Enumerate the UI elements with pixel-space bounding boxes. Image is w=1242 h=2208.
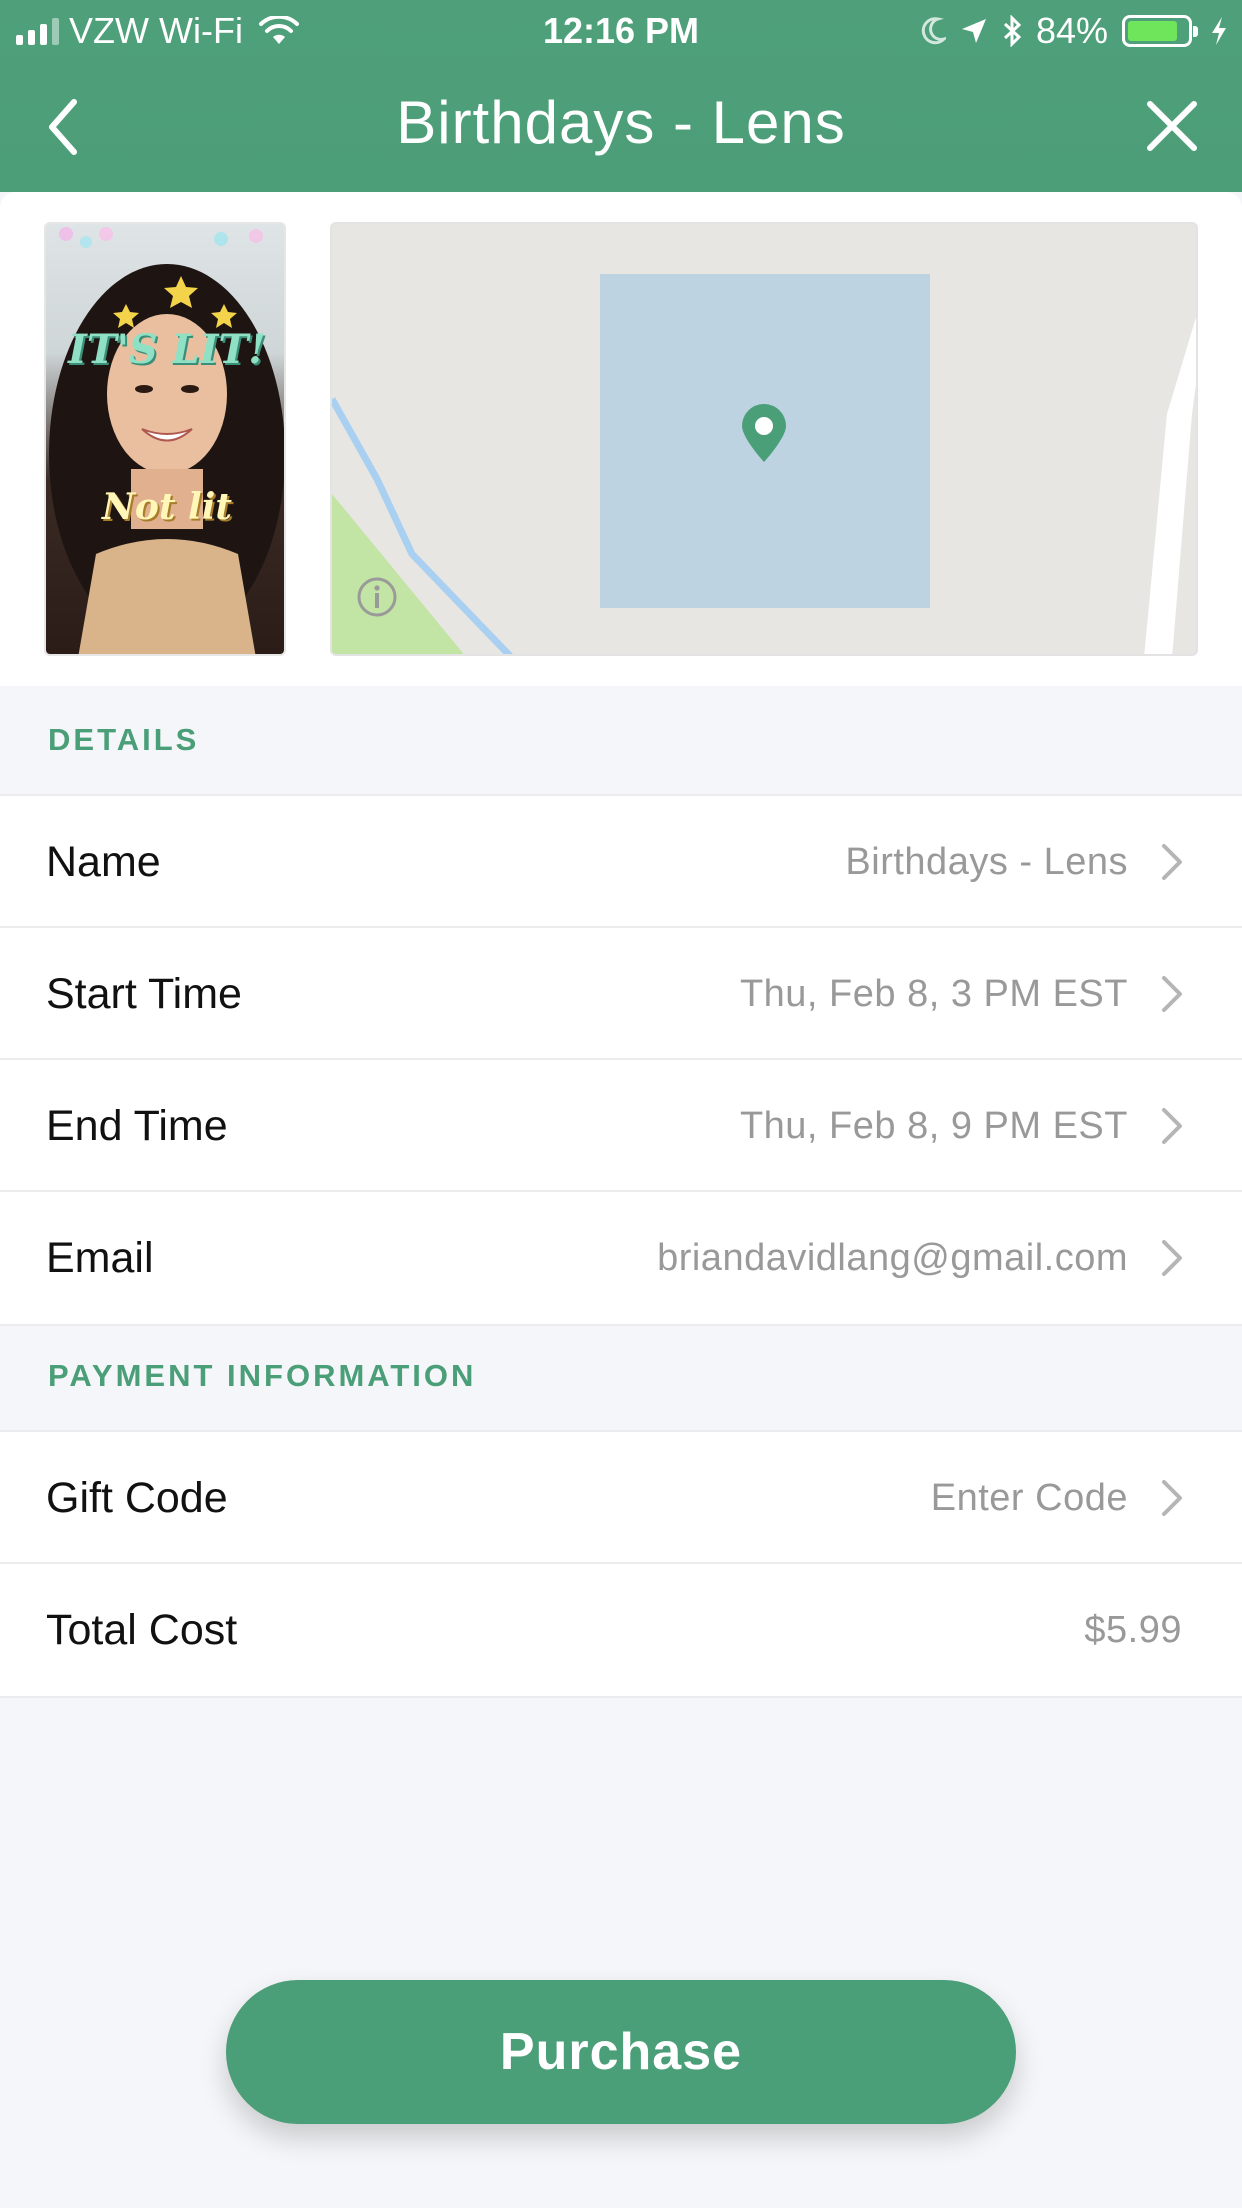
start-time-label: Start Time [46,970,242,1018]
total-cost-value: $5.99 [1084,1609,1182,1651]
name-row[interactable]: Name Birthdays - Lens [0,796,1242,928]
start-time-value: Thu, Feb 8, 3 PM EST [739,973,1128,1015]
gift-code-row[interactable]: Gift Code Enter Code [0,1432,1242,1564]
email-row[interactable]: Email briandavidlang@gmail.com [0,1192,1242,1324]
chevron-right-icon [1162,1108,1182,1144]
total-cost-label: Total Cost [46,1606,238,1654]
location-arrow-icon [961,19,986,43]
moon-icon [921,17,946,45]
payment-section-label: PAYMENT INFORMATION [48,1358,477,1393]
total-cost-row: Total Cost $5.99 [0,1564,1242,1696]
email-value: briandavidlang@gmail.com [657,1237,1128,1279]
name-value: Birthdays - Lens [845,841,1128,883]
battery-icon [1122,15,1198,47]
payment-list: Gift Code Enter Code Total Cost $5.99 [0,1430,1242,1698]
info-icon[interactable] [356,576,398,618]
chevron-right-icon [1162,844,1182,880]
map-pin-icon [742,404,786,462]
purchase-button[interactable]: Purchase [226,1980,1016,2124]
end-time-label: End Time [46,1102,228,1150]
chevron-right-icon [1162,976,1182,1012]
lens-text-bottom: Not lit [101,486,233,528]
page-title: Birthdays - Lens [396,89,846,156]
status-bar: VZW Wi-Fi 12:16 PM 84% [0,0,1242,60]
chevron-right-icon [1162,1480,1182,1516]
end-time-row[interactable]: End Time Thu, Feb 8, 9 PM EST [0,1060,1242,1192]
close-icon[interactable] [1142,96,1202,156]
gift-code-value: Enter Code [930,1477,1128,1519]
lens-preview-image[interactable]: IT'S LIT! Not lit [44,222,286,656]
header-bar: VZW Wi-Fi 12:16 PM 84% Birthdays - Lens [0,0,1242,192]
bluetooth-icon [1003,15,1022,47]
charging-icon [1212,17,1226,45]
email-label: Email [46,1234,154,1282]
details-list: Name Birthdays - Lens Start Time Thu, Fe… [0,794,1242,1326]
map-preview[interactable] [330,222,1198,656]
battery-percent: 84% [1035,10,1108,51]
end-time-value: Thu, Feb 8, 9 PM EST [739,1105,1128,1147]
start-time-row[interactable]: Start Time Thu, Feb 8, 3 PM EST [0,928,1242,1060]
gift-code-label: Gift Code [46,1474,228,1522]
preview-card: IT'S LIT! Not lit [0,192,1242,686]
lens-text-top: IT'S LIT! [68,326,266,373]
chevron-right-icon [1162,1240,1182,1276]
details-section-label: DETAILS [48,722,200,757]
name-label: Name [46,838,161,886]
